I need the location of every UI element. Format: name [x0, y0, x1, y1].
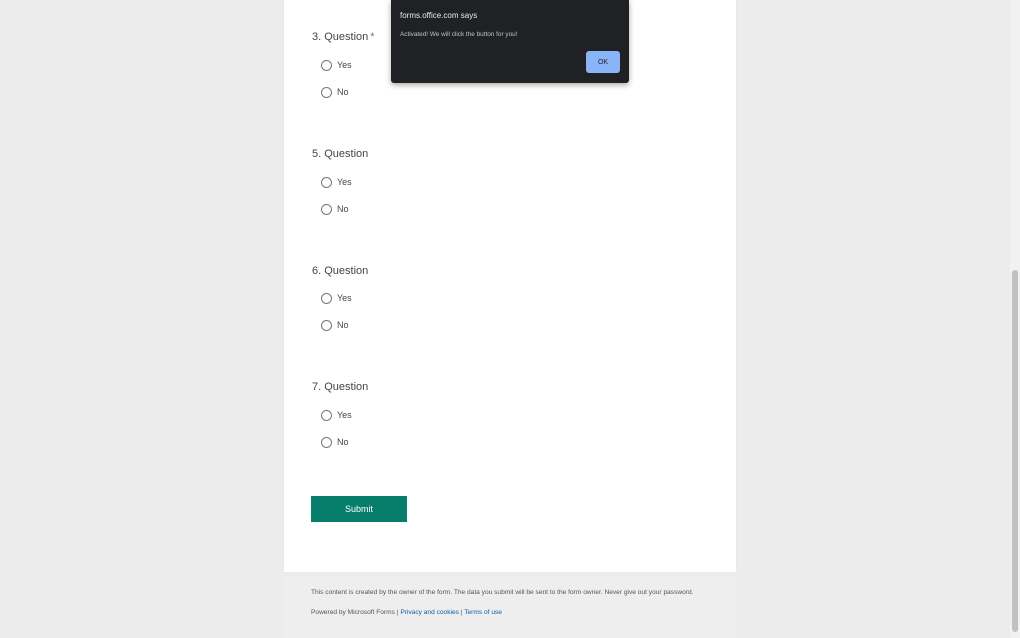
option-label: Yes	[337, 293, 352, 303]
question-7-title: 7. Question	[312, 381, 369, 393]
question-5: 5. Question Yes No	[312, 147, 712, 215]
radio-button[interactable]	[321, 203, 332, 215]
form-footer: This content is created by the owner of …	[284, 576, 736, 638]
option-label: Yes	[337, 60, 352, 70]
question-7: 7. Question Yes No	[312, 380, 712, 448]
question-5-option-no[interactable]: No	[321, 202, 349, 216]
privacy-link[interactable]: Privacy and cookies	[400, 609, 459, 616]
alert-message: Activated! We will click the button for …	[400, 31, 518, 38]
question-7-option-no[interactable]: No	[321, 435, 349, 449]
radio-button[interactable]	[321, 59, 332, 71]
question-3-option-yes[interactable]: Yes	[321, 58, 352, 72]
question-7-option-yes[interactable]: Yes	[321, 408, 352, 422]
radio-button[interactable]	[321, 176, 332, 188]
alert-ok-button[interactable]: OK	[586, 51, 620, 73]
radio-button[interactable]	[321, 436, 332, 448]
option-label: No	[337, 204, 349, 214]
option-label: No	[337, 320, 349, 330]
required-asterisk: *	[370, 31, 375, 43]
submit-button[interactable]: Submit	[311, 496, 407, 522]
alert-dialog: forms.office.com says Activated! We will…	[391, 0, 629, 83]
question-5-title: 5. Question	[312, 148, 369, 160]
question-3-option-no[interactable]: No	[321, 85, 349, 99]
question-6-title: 6. Question	[312, 265, 369, 277]
radio-button[interactable]	[321, 292, 332, 304]
option-label: Yes	[337, 410, 352, 420]
option-label: Yes	[337, 177, 352, 187]
powered-by-text: Powered by Microsoft Forms	[311, 609, 395, 616]
form-card: 3. Question * Yes No 5. Question Yes No 6…	[284, 0, 736, 572]
question-3-title: 3. Question	[312, 31, 369, 43]
question-5-option-yes[interactable]: Yes	[321, 175, 352, 189]
question-6: 6. Question Yes No	[312, 264, 712, 331]
radio-button[interactable]	[321, 86, 332, 98]
radio-button[interactable]	[321, 319, 332, 331]
question-6-option-no[interactable]: No	[321, 318, 349, 332]
scrollbar-thumb[interactable]	[1012, 270, 1018, 632]
terms-link[interactable]: Terms of use	[464, 609, 502, 616]
radio-button[interactable]	[321, 409, 332, 421]
alert-title: forms.office.com says	[400, 11, 478, 20]
option-label: No	[337, 87, 349, 97]
footer-disclaimer: This content is created by the owner of …	[311, 589, 694, 596]
footer-links: Powered by Microsoft Forms | Privacy and…	[311, 609, 502, 616]
vertical-scrollbar[interactable]	[1010, 0, 1020, 638]
option-label: No	[337, 437, 349, 447]
question-6-option-yes[interactable]: Yes	[321, 291, 352, 305]
